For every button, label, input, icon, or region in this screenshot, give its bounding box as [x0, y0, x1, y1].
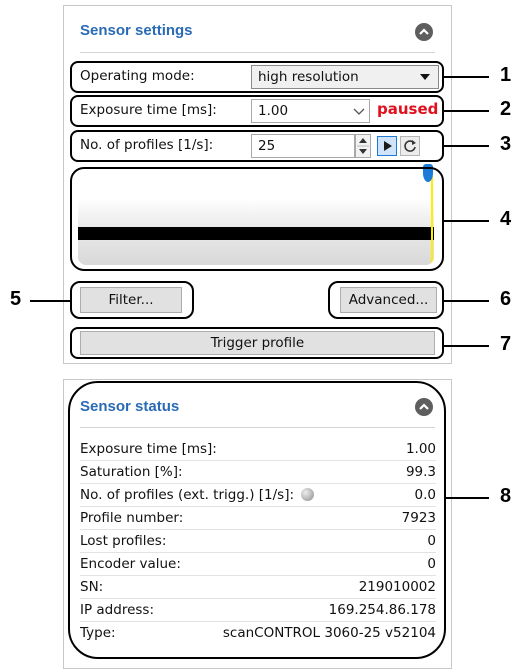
- callout-number-5: 5: [10, 288, 22, 310]
- collapse-settings-button[interactable]: [415, 23, 433, 41]
- chevron-up-icon: [419, 28, 429, 35]
- callout-ring-2: [70, 95, 444, 127]
- callout-ring-3: [70, 130, 444, 162]
- leader-3: [444, 145, 489, 147]
- callout-ring-8: [68, 381, 446, 659]
- callout-number-2: 2: [500, 98, 512, 120]
- sensor-settings-title: Sensor settings: [80, 22, 193, 39]
- leader-8: [446, 497, 489, 499]
- leader-5: [30, 300, 70, 302]
- callout-ring-6: [328, 281, 444, 319]
- callout-ring-1: [70, 61, 444, 93]
- settings-divider: [80, 52, 435, 53]
- leader-6: [444, 300, 489, 302]
- leader-7: [444, 345, 489, 347]
- callout-number-3: 3: [500, 133, 512, 155]
- callout-ring-4: [70, 167, 444, 271]
- callout-number-4: 4: [500, 208, 512, 230]
- callout-number-7: 7: [500, 333, 512, 355]
- leader-2: [444, 110, 489, 112]
- callout-number-1: 1: [500, 64, 512, 86]
- leader-4: [444, 220, 489, 222]
- callout-ring-7: [70, 327, 444, 359]
- callout-number-8: 8: [500, 485, 512, 507]
- callout-ring-5: [70, 281, 194, 319]
- callout-number-6: 6: [500, 288, 512, 310]
- leader-1: [444, 76, 489, 78]
